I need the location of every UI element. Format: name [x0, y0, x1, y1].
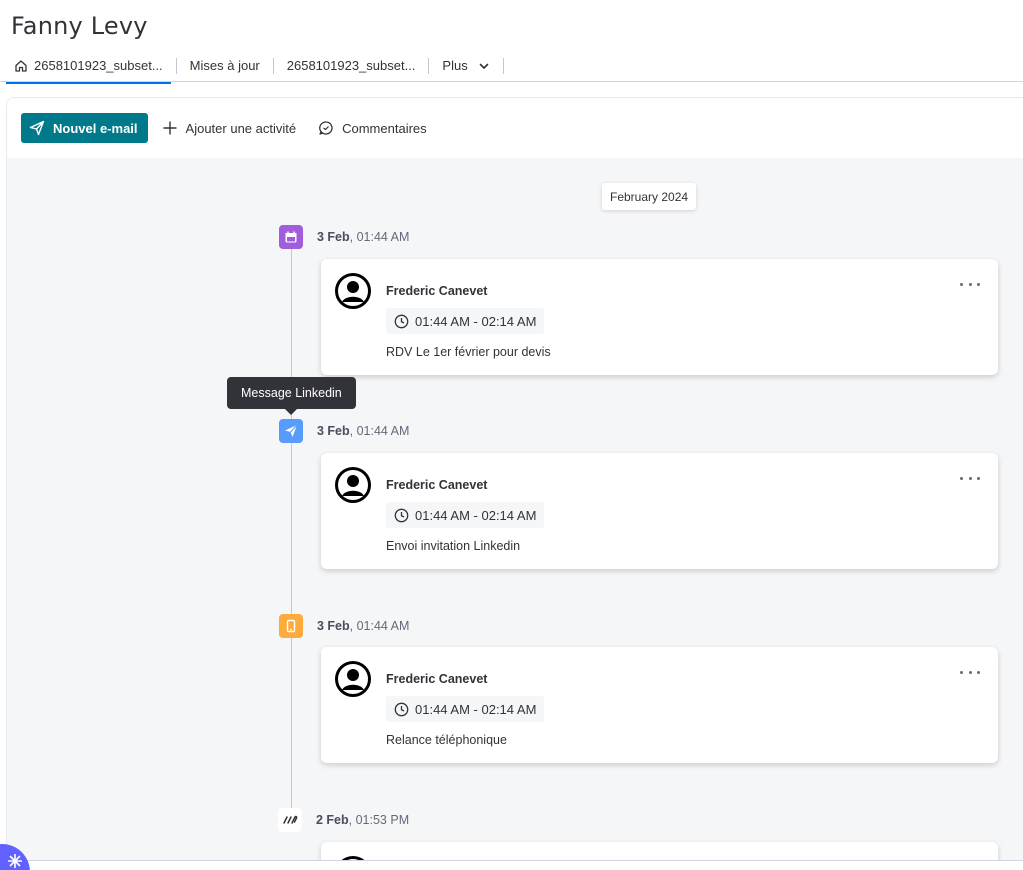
tab-main-item[interactable]: 2658101923_subset...: [6, 52, 171, 84]
bottom-bar: [0, 860, 1023, 870]
time-range-chip: 01:44 AM - 02:14 AM: [386, 502, 545, 528]
tab-label: 2658101923_subset...: [286, 58, 416, 73]
time-range: 01:44 AM - 02:14 AM: [415, 701, 537, 717]
activity-description: Envoi invitation Linkedin: [386, 539, 521, 553]
comment-icon: [319, 121, 333, 135]
tooltip: Message Linkedin: [227, 377, 356, 415]
entry-time: , 01:44 AM: [349, 619, 410, 633]
more-options-icon[interactable]: [960, 665, 980, 679]
comments-button[interactable]: Commentaires: [318, 113, 427, 143]
entry-time: , 01:44 AM: [349, 230, 410, 244]
entry-timestamp: 3 Feb, 01:44 AM: [317, 230, 409, 244]
chevron-down-icon: [478, 60, 490, 72]
send-icon: [29, 120, 45, 136]
activity-panel: Nouvel e-mail Ajouter une activité Comme…: [6, 97, 1023, 870]
entry-timestamp: 3 Feb, 01:44 AM: [317, 424, 409, 438]
time-range: 01:44 AM - 02:14 AM: [415, 313, 537, 329]
page-title: Fanny Levy: [11, 12, 148, 40]
comments-label: Commentaires: [342, 120, 427, 136]
month-separator: February 2024: [602, 183, 697, 210]
entry-timestamp: 3 Feb, 01:44 AM: [317, 619, 409, 633]
time-range-chip: 01:44 AM - 02:14 AM: [386, 696, 545, 722]
entry-time: , 01:53 PM: [348, 813, 410, 827]
entry-date: 3 Feb: [317, 230, 350, 244]
tab-bar: 2658101923_subset... Mises à jour 265810…: [0, 50, 1023, 84]
plus-icon: [163, 121, 177, 135]
avatar: [335, 661, 371, 697]
more-options-icon[interactable]: [960, 277, 980, 291]
entry-date: 2 Feb: [316, 813, 349, 827]
activity-description: RDV Le 1er février pour devis: [386, 345, 551, 359]
clock-icon: [394, 508, 409, 522]
page: Fanny Levy 2658101923_subset... Mises à …: [0, 0, 1023, 870]
entry-timestamp: 2 Feb, 01:53 PM: [316, 813, 409, 827]
clock-icon: [394, 314, 409, 328]
entry-date: 3 Feb: [317, 424, 350, 438]
sparkle-icon: [8, 854, 22, 868]
author-name: Frederic Canevet: [386, 478, 488, 492]
tab-divider: [428, 57, 430, 74]
entry-time: , 01:44 AM: [349, 424, 410, 438]
author-name: Frederic Canevet: [386, 284, 488, 298]
home-icon: [14, 59, 28, 73]
tab-divider: [272, 57, 274, 74]
tab-label: Mises à jour: [189, 58, 260, 73]
add-activity-button[interactable]: Ajouter une activité: [162, 113, 297, 143]
tab-subset-view[interactable]: 2658101923_subset...: [279, 52, 424, 80]
avatar: [335, 273, 371, 309]
tab-updates[interactable]: Mises à jour: [182, 52, 268, 80]
new-email-label: Nouvel e-mail: [53, 120, 138, 136]
clock-icon: [394, 702, 409, 716]
entry-date: 3 Feb: [317, 619, 350, 633]
timeline-line: [291, 248, 292, 808]
activity-card[interactable]: Frederic Canevet 01:44 AM - 02:14 AM Env…: [321, 453, 998, 569]
tab-divider: [502, 57, 504, 74]
activity-toolbar: Nouvel e-mail Ajouter une activité Comme…: [7, 98, 1023, 158]
tab-label: Plus: [442, 58, 468, 73]
monday-logo-icon: [278, 808, 302, 832]
more-options-icon[interactable]: [960, 471, 980, 485]
activity-card[interactable]: Frederic Canevet 01:44 AM - 02:14 AM RDV…: [321, 259, 998, 375]
activity-description: Relance téléphonique: [386, 733, 507, 747]
time-range: 01:44 AM - 02:14 AM: [415, 507, 537, 523]
add-activity-label: Ajouter une activité: [185, 120, 297, 136]
activity-card[interactable]: Frederic Canevet 01:44 AM - 02:14 AM Rel…: [321, 647, 998, 763]
calendar-icon: [279, 225, 303, 249]
avatar: [335, 467, 371, 503]
tab-label: 2658101923_subset...: [34, 58, 163, 73]
author-name: Frederic Canevet: [386, 672, 488, 686]
new-email-button[interactable]: Nouvel e-mail: [21, 113, 148, 143]
send-icon[interactable]: [279, 419, 303, 443]
phone-icon: [279, 614, 303, 638]
tab-more[interactable]: Plus: [434, 52, 497, 80]
tab-divider: [175, 57, 177, 74]
time-range-chip: 01:44 AM - 02:14 AM: [386, 308, 545, 334]
